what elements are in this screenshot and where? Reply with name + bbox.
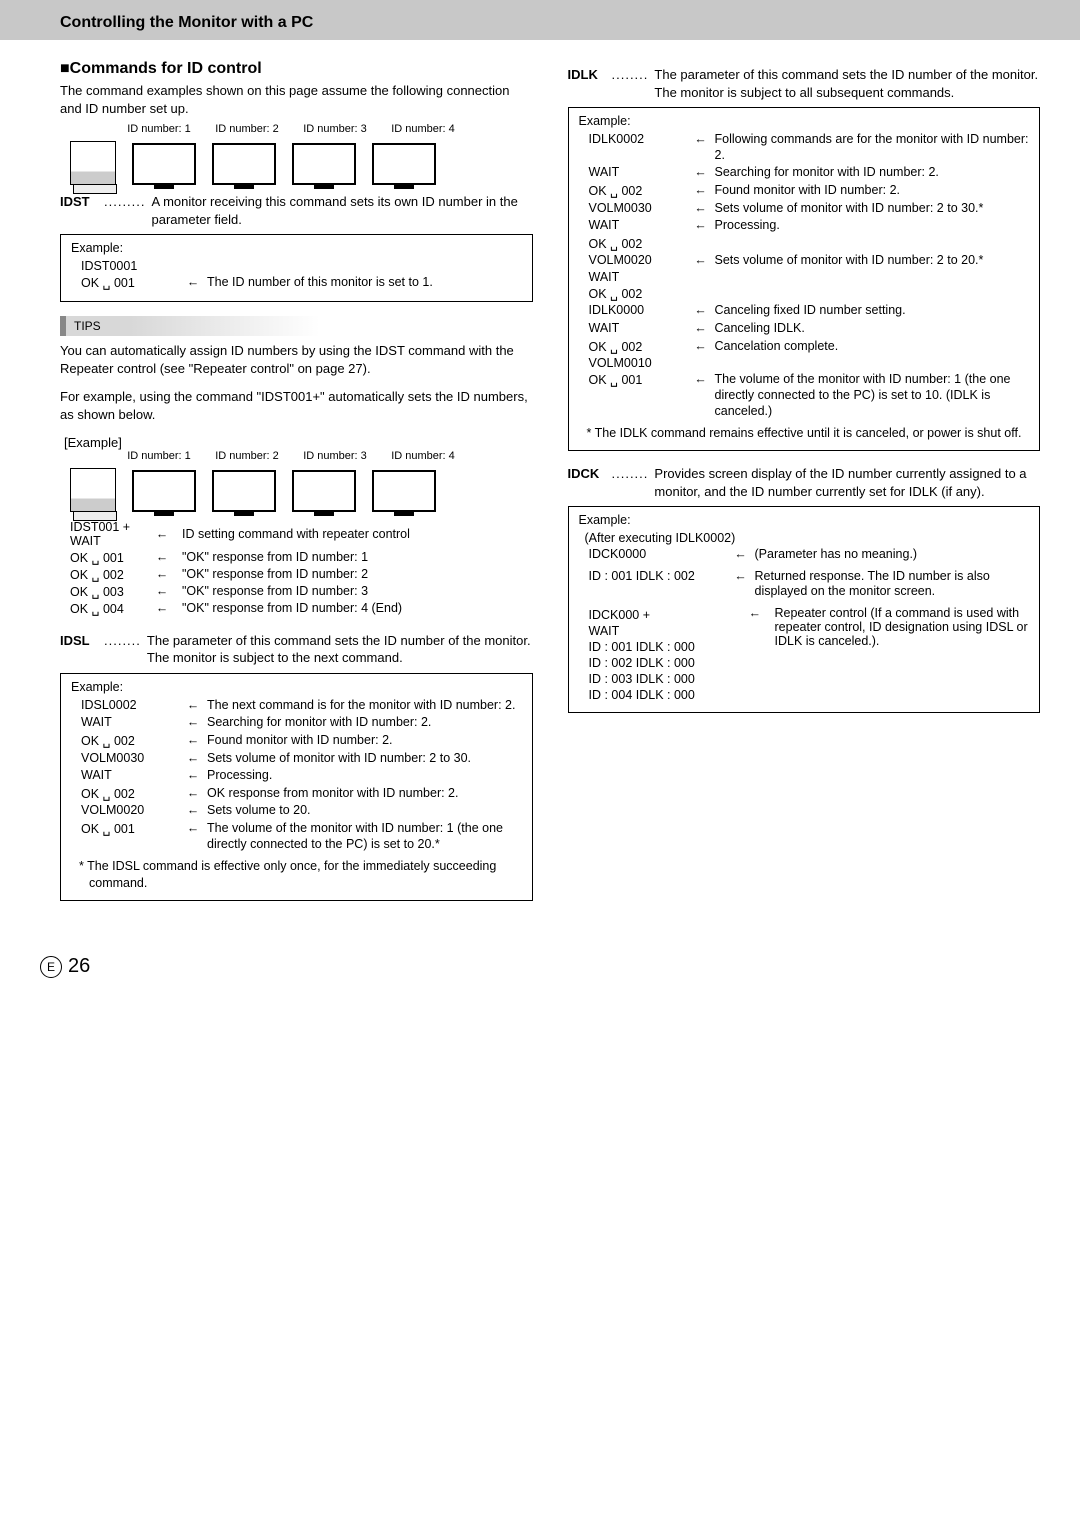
example-label: Example: bbox=[579, 513, 1030, 527]
table-row: OK ␣ 002←Found monitor with ID number: 2… bbox=[579, 183, 1030, 199]
monitor-icon bbox=[212, 470, 276, 512]
table-row: WAIT←Processing. bbox=[71, 768, 522, 784]
example2-label: [Example] bbox=[64, 435, 533, 450]
section-title: ■Commands for ID control bbox=[60, 60, 533, 78]
monitor-icon bbox=[132, 470, 196, 512]
table-row: OK ␣ 002←Cancelation complete. bbox=[579, 339, 1030, 355]
table-row: VOLM0010 bbox=[579, 356, 1030, 370]
table-row: IDLK0000←Canceling fixed ID number setti… bbox=[579, 303, 1030, 319]
table-row: IDLK0002←Following commands are for the … bbox=[579, 132, 1030, 163]
table-row: VOLM0020←Sets volume of monitor with ID … bbox=[579, 253, 1030, 269]
idlk-footnote: * The IDLK command remains effective unt… bbox=[583, 425, 1026, 442]
table-row: OK ␣ 001←The volume of the monitor with … bbox=[579, 372, 1030, 419]
table-row: WAIT←Searching for monitor with ID numbe… bbox=[71, 715, 522, 731]
idst-description: IDST ......... A monitor receiving this … bbox=[60, 193, 533, 228]
circle-e-icon: E bbox=[40, 956, 62, 978]
diagram-labels-2: ID number: 1 ID number: 2 ID number: 3 I… bbox=[120, 450, 533, 462]
idst-example-box: Example: IDST0001 OK ␣ 001 ← The ID numb… bbox=[60, 234, 533, 302]
idsl-example-box: Example: IDSL0002←The next command is fo… bbox=[60, 673, 533, 901]
monitor-icon bbox=[292, 470, 356, 512]
idlk-example-box: Example: IDLK0002←Following commands are… bbox=[568, 107, 1041, 451]
table-row: OK ␣ 002 bbox=[579, 286, 1030, 301]
example-label: Example: bbox=[71, 680, 522, 694]
table-row: OK ␣ 002←Found monitor with ID number: 2… bbox=[71, 733, 522, 749]
repeater-top: IDST001 + WAIT ← ID setting command with… bbox=[70, 520, 533, 548]
monitor-icon bbox=[372, 143, 436, 185]
connection-diagram-1 bbox=[70, 141, 533, 185]
idlk-description: IDLK ........ The parameter of this comm… bbox=[568, 66, 1041, 101]
monitor-icon bbox=[292, 143, 356, 185]
table-row: WAIT←Searching for monitor with ID numbe… bbox=[579, 165, 1030, 181]
table-row: VOLM0020←Sets volume to 20. bbox=[71, 803, 522, 819]
table-row: IDSL0002←The next command is for the mon… bbox=[71, 698, 522, 714]
tips-heading: TIPS bbox=[60, 316, 533, 336]
monitor-icon bbox=[212, 143, 276, 185]
idck-example-box: Example: (After executing IDLK0002) IDCK… bbox=[568, 506, 1041, 713]
table-row: OK ␣ 002 bbox=[579, 236, 1030, 251]
page-number: E 26 bbox=[40, 955, 1080, 978]
connection-diagram-2 bbox=[70, 468, 533, 512]
table-row: WAIT bbox=[579, 270, 1030, 284]
tips-text-1: You can automatically assign ID numbers … bbox=[60, 342, 533, 378]
idsl-footnote: * The IDSL command is effective only onc… bbox=[75, 858, 518, 892]
table-row: VOLM0030←Sets volume of monitor with ID … bbox=[71, 751, 522, 767]
table-row: WAIT←Processing. bbox=[579, 218, 1030, 234]
monitor-icon bbox=[132, 143, 196, 185]
table-row: VOLM0030←Sets volume of monitor with ID … bbox=[579, 201, 1030, 217]
pc-icon bbox=[70, 468, 116, 512]
diagram-labels-1: ID number: 1 ID number: 2 ID number: 3 I… bbox=[120, 123, 533, 135]
idsl-description: IDSL ........ The parameter of this comm… bbox=[60, 632, 533, 667]
table-row: OK ␣ 002←OK response from monitor with I… bbox=[71, 786, 522, 802]
right-column: IDLK ........ The parameter of this comm… bbox=[568, 60, 1041, 915]
example-label: Example: bbox=[71, 241, 522, 255]
left-column: ■Commands for ID control The command exa… bbox=[60, 60, 533, 915]
monitor-icon bbox=[372, 470, 436, 512]
pc-icon bbox=[70, 141, 116, 185]
table-row: OK ␣ 001←The volume of the monitor with … bbox=[71, 821, 522, 852]
intro-text: The command examples shown on this page … bbox=[60, 82, 533, 117]
example-label: Example: bbox=[579, 114, 1030, 128]
main-content: ■Commands for ID control The command exa… bbox=[0, 40, 1080, 935]
page-header: Controlling the Monitor with a PC bbox=[0, 0, 1080, 40]
table-row: WAIT←Canceling IDLK. bbox=[579, 321, 1030, 337]
idck-description: IDCK ........ Provides screen display of… bbox=[568, 465, 1041, 500]
tips-text-2: For example, using the command "IDST001+… bbox=[60, 388, 533, 424]
